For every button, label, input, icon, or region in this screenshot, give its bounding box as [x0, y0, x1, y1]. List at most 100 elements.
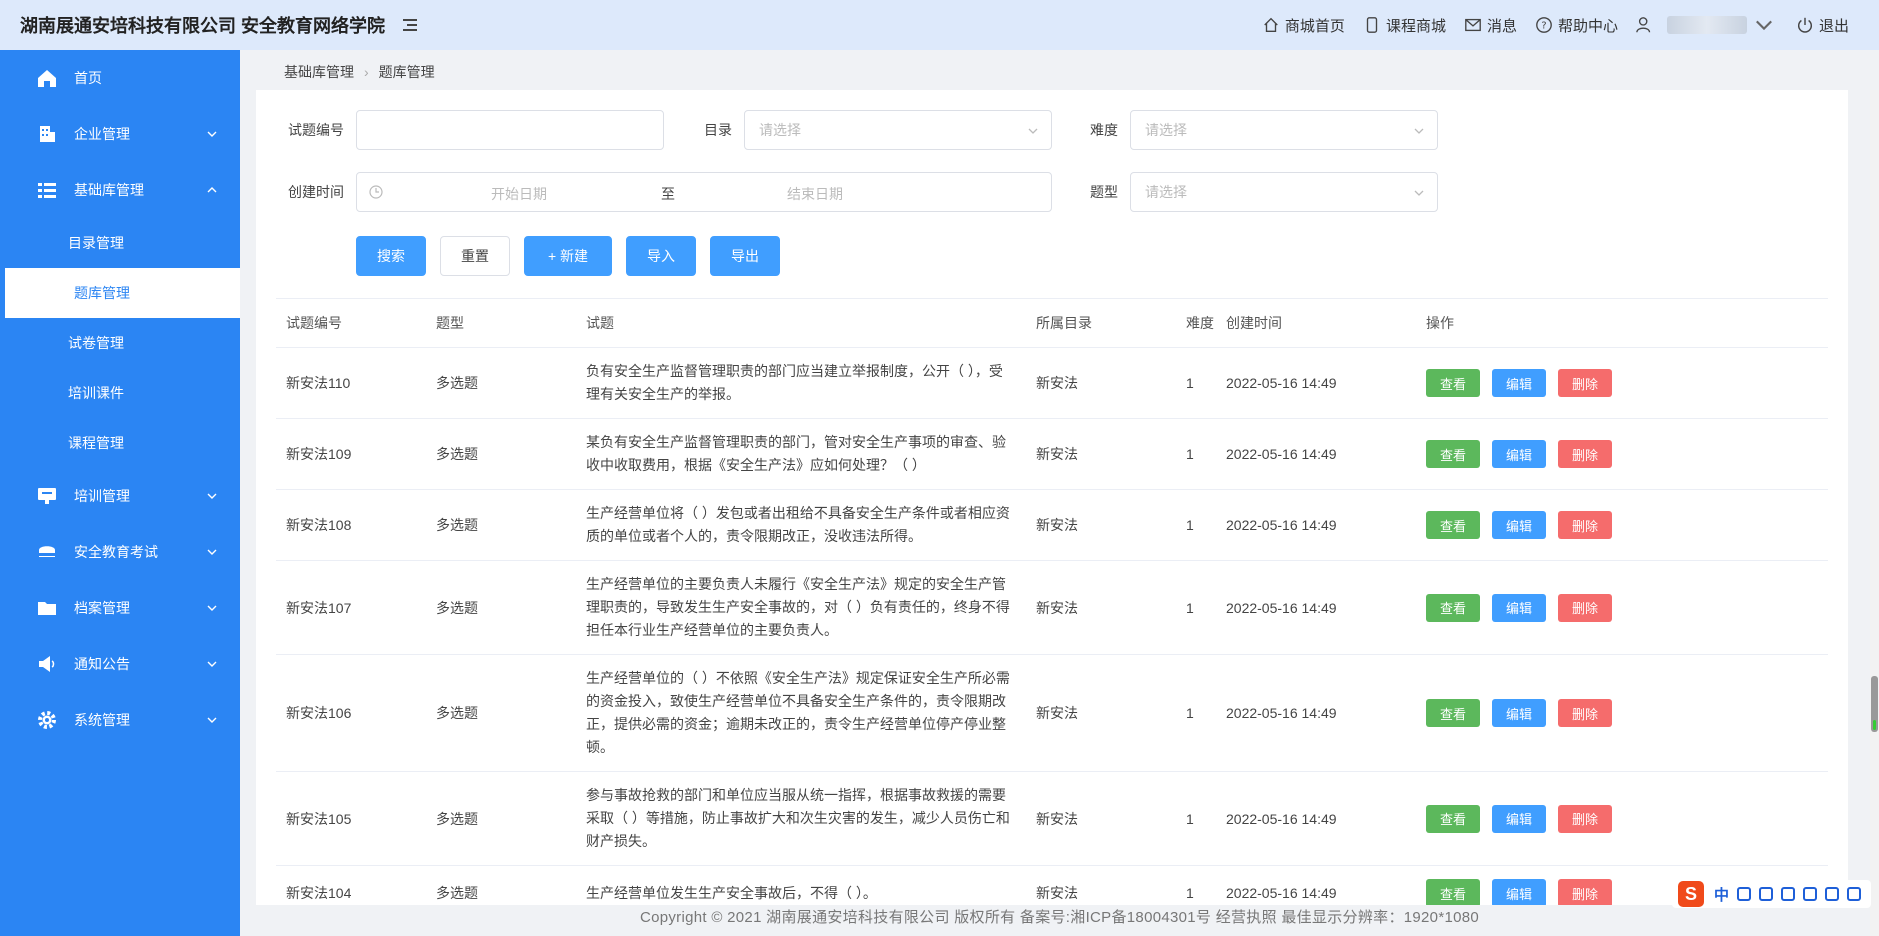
- search-button[interactable]: 搜索: [356, 236, 426, 276]
- sidebar-item-exam[interactable]: 安全教育考试: [0, 524, 240, 580]
- view-button[interactable]: 查看: [1426, 804, 1481, 833]
- cell-question: 负有安全生产监督管理职责的部门应当建立举报制度，公开（ ），受理有关安全生产的举…: [586, 363, 1003, 402]
- cell-catalog: 新安法: [1036, 446, 1078, 462]
- filter-catalog: 目录 请选择: [704, 110, 1052, 150]
- view-button[interactable]: 查看: [1426, 440, 1481, 468]
- delete-button[interactable]: 删除: [1558, 440, 1613, 468]
- delete-button[interactable]: 删除: [1558, 511, 1613, 539]
- filter-difficulty: 难度 请选择: [1090, 110, 1438, 150]
- table-row: 新安法109 多选题 某负有安全生产监督管理职责的部门，管对安全生产事项的审查、…: [276, 419, 1828, 490]
- chevron-up-icon: [207, 187, 217, 193]
- start-date-placeholder[interactable]: 开始日期: [491, 184, 547, 204]
- filter-type-label: 题型: [1090, 184, 1118, 200]
- cell-question: 参与事故抢救的部门和单位应当服从统一指挥，根据事故救援的需要采取（ ）等措施，防…: [586, 787, 1010, 849]
- end-date-placeholder[interactable]: 结束日期: [787, 184, 843, 204]
- delete-button[interactable]: 删除: [1558, 804, 1613, 833]
- delete-button[interactable]: 删除: [1558, 879, 1613, 905]
- column-header: 试题编号: [286, 315, 342, 331]
- mall-home-link[interactable]: 商城首页: [1262, 15, 1345, 36]
- cell-code: 新安法105: [286, 810, 352, 827]
- cell-difficulty: 1: [1186, 599, 1194, 616]
- course-mall-label: 课程商城: [1385, 17, 1446, 35]
- edit-button[interactable]: 编辑: [1492, 369, 1547, 397]
- chevron-down-icon: [1414, 128, 1424, 134]
- edit-button[interactable]: 编辑: [1492, 511, 1547, 539]
- delete-button[interactable]: 删除: [1558, 369, 1613, 397]
- page-scrollbar-thumb[interactable]: [1871, 676, 1878, 732]
- user-icon: [1636, 17, 1651, 33]
- logout-button[interactable]: 退出: [1796, 15, 1849, 36]
- view-button[interactable]: 查看: [1426, 879, 1481, 905]
- question-code-input[interactable]: [356, 110, 664, 150]
- breadcrumb-parent[interactable]: 基础库管理: [284, 62, 354, 82]
- edit-button[interactable]: 编辑: [1492, 804, 1547, 833]
- date-range-picker[interactable]: 开始日期 至 结束日期: [356, 172, 1052, 212]
- user-menu[interactable]: [1636, 16, 1778, 34]
- edit-button[interactable]: 编辑: [1492, 593, 1547, 622]
- messages-link[interactable]: 消息: [1464, 15, 1517, 36]
- cell-created: 2022-05-16 14:49: [1226, 810, 1337, 827]
- sidebar-item-archive[interactable]: 档案管理: [0, 580, 240, 636]
- megaphone-icon: [39, 656, 55, 672]
- catalog-select[interactable]: 请选择: [744, 110, 1052, 150]
- sidebar-item-training[interactable]: 培训管理: [0, 468, 240, 524]
- filter-type: 题型 请选择: [1090, 172, 1438, 212]
- view-button[interactable]: 查看: [1426, 593, 1481, 622]
- reset-button[interactable]: 重置: [440, 236, 510, 276]
- table-row: 新安法108 多选题 生产经营单位将（ ）发包或者出租给不具备安全生产条件或者相…: [276, 490, 1828, 561]
- course-mall-link[interactable]: 课程商城: [1363, 15, 1446, 36]
- sidebar-subitem-courses[interactable]: 课程管理: [0, 418, 240, 468]
- cell-type: 多选题: [436, 810, 478, 827]
- view-button[interactable]: 查看: [1426, 699, 1481, 727]
- filter-code-label: 试题编号: [288, 122, 344, 138]
- difficulty-select[interactable]: 请选择: [1130, 110, 1438, 150]
- chevron-down-icon: [1756, 20, 1772, 31]
- edit-button[interactable]: 编辑: [1492, 879, 1547, 905]
- chevron-down-icon: [207, 493, 217, 499]
- ime-language-label: 中: [1714, 886, 1730, 904]
- breadcrumb-separator-icon: ›: [364, 64, 369, 80]
- hat-icon: [38, 546, 56, 557]
- cell-code: 新安法106: [286, 705, 352, 721]
- mail-icon: [1465, 18, 1481, 32]
- help-center-link[interactable]: ? 帮助中心: [1535, 15, 1618, 36]
- cell-created: 2022-05-16 14:49: [1226, 885, 1337, 901]
- sidebar-subitem-courseware[interactable]: 培训课件: [0, 368, 240, 418]
- sidebar-item-notice[interactable]: 通知公告: [0, 636, 240, 692]
- delete-button[interactable]: 删除: [1558, 593, 1613, 622]
- new-button[interactable]: + 新建: [524, 236, 612, 276]
- ime-toolbar[interactable]: S 中: [1672, 880, 1872, 908]
- sidebar-item-base-library[interactable]: 基础库管理: [0, 162, 240, 218]
- question-table: 试题编号 题型 试题 所属目录 难度 创建时间 操作 新安法110 多选题 负有…: [276, 298, 1828, 905]
- view-button[interactable]: 查看: [1426, 369, 1481, 397]
- breadcrumb-current: 题库管理: [378, 64, 435, 80]
- cell-question: 生产经营单位发生生产安全事故后，不得（ ）。: [586, 884, 877, 901]
- view-button[interactable]: 查看: [1426, 511, 1481, 539]
- sidebar-subitem-catalog[interactable]: 目录管理: [0, 218, 240, 268]
- edit-button[interactable]: 编辑: [1492, 699, 1547, 727]
- filter-code: 试题编号: [288, 110, 664, 150]
- cell-difficulty: 1: [1186, 517, 1194, 533]
- cell-created: 2022-05-16 14:49: [1226, 446, 1337, 462]
- sidebar-item-home[interactable]: 首页: [0, 50, 240, 106]
- import-button[interactable]: 导入: [626, 236, 696, 276]
- difficulty-placeholder: 请选择: [1145, 122, 1187, 138]
- collapse-menu-icon[interactable]: [403, 17, 421, 33]
- sidebar-subitem-question-bank[interactable]: 题库管理: [0, 268, 240, 318]
- sidebar-subitem-papers[interactable]: 试卷管理: [0, 318, 240, 368]
- edit-button[interactable]: 编辑: [1492, 440, 1547, 468]
- filter-created: 创建时间 开始日期 至 结束日期: [288, 172, 1052, 212]
- question-type-select[interactable]: 请选择: [1130, 172, 1438, 212]
- table-row: 新安法107 多选题 生产经营单位的主要负责人未履行《安全生产法》规定的安全生产…: [276, 561, 1828, 655]
- cell-type: 多选题: [436, 705, 478, 721]
- delete-button[interactable]: 删除: [1558, 699, 1613, 727]
- column-header: 所属目录: [1036, 315, 1092, 331]
- cell-created: 2022-05-16 14:49: [1226, 599, 1337, 616]
- sidebar-item-enterprise[interactable]: 企业管理: [0, 106, 240, 162]
- sidebar-item-system[interactable]: 系统管理: [0, 692, 240, 748]
- sidebar-item-label: 首页: [74, 70, 102, 86]
- export-button[interactable]: 导出: [710, 236, 780, 276]
- cell-question: 生产经营单位的主要负责人未履行《安全生产法》规定的安全生产管理职责的，导致发生生…: [586, 576, 1010, 638]
- cell-code: 新安法108: [286, 517, 352, 533]
- page-scrollbar-track[interactable]: [1870, 90, 1879, 936]
